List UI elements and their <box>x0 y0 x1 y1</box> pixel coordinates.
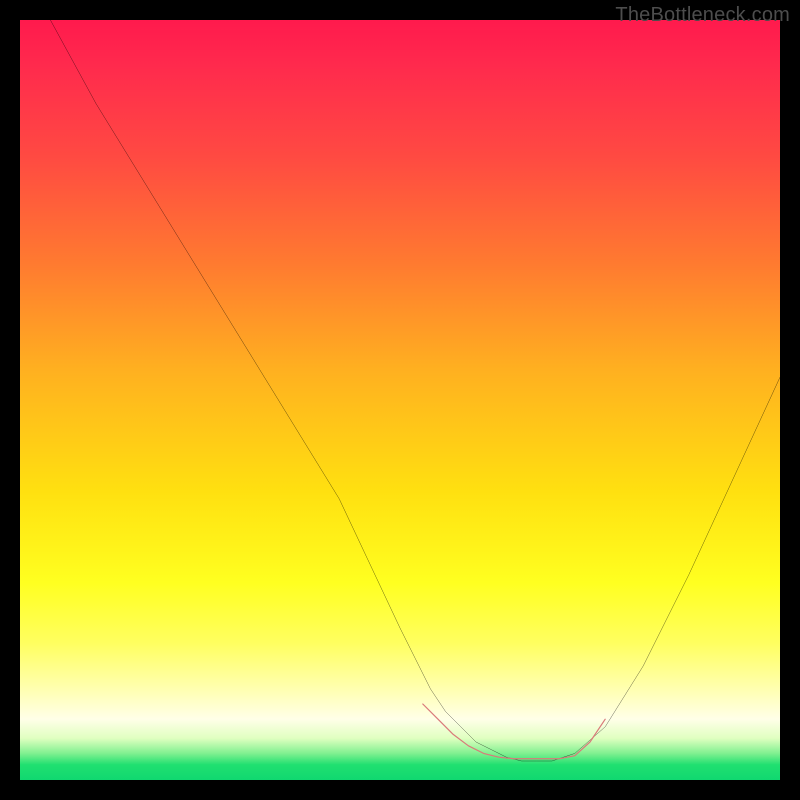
watermark-text: TheBottleneck.com <box>615 4 790 27</box>
chart-frame: TheBottleneck.com <box>0 0 800 800</box>
plot-area <box>20 20 780 780</box>
right-curve <box>552 377 780 761</box>
bottleneck-highlight <box>423 704 605 759</box>
left-curve <box>50 20 552 761</box>
curve-layer <box>20 20 780 780</box>
